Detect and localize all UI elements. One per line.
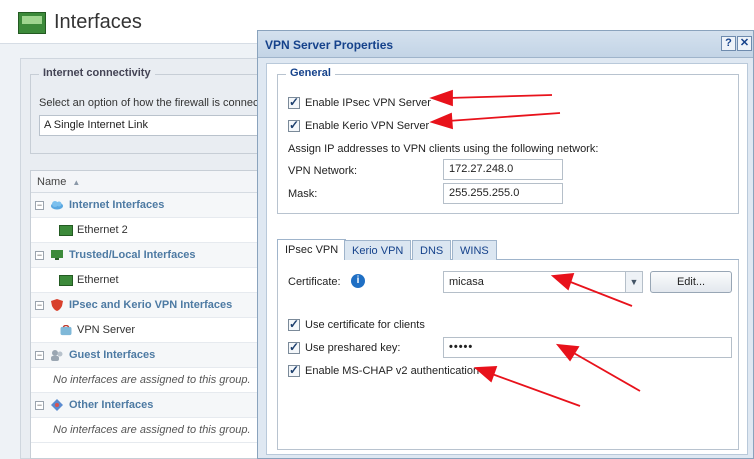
connectivity-select[interactable]: A Single Internet Link	[39, 115, 269, 136]
collapse-icon[interactable]: −	[35, 401, 44, 410]
group-label: Trusted/Local Interfaces	[69, 249, 196, 261]
certificate-label: Certificate:	[288, 276, 341, 288]
enable-kerio-checkbox[interactable]: Enable Kerio VPN Server	[288, 118, 430, 132]
network-card-icon	[59, 225, 73, 236]
checkbox-box[interactable]	[288, 95, 300, 109]
interface-row-vpn-server[interactable]: VPN Server	[31, 318, 269, 343]
collapse-icon[interactable]: −	[35, 251, 44, 260]
guest-users-icon	[51, 350, 63, 361]
sort-asc-icon: ▲	[72, 178, 81, 187]
internet-connectivity-fieldset: Internet connectivity Select an option o…	[30, 67, 270, 154]
group-label: IPsec and Kerio VPN Interfaces	[69, 299, 233, 311]
empty-message: No interfaces are assigned to this group…	[53, 424, 251, 436]
other-interfaces-icon	[51, 399, 63, 411]
close-button[interactable]: ✕	[737, 36, 752, 51]
group-row-internet[interactable]: − Internet Interfaces	[31, 193, 269, 218]
connectivity-description: Select an option of how the firewall is …	[39, 97, 262, 109]
tab-dns[interactable]: DNS	[412, 240, 452, 260]
group-row-guest[interactable]: − Guest Interfaces	[31, 343, 269, 368]
interface-row-ethernet-2[interactable]: Ethernet 2	[31, 218, 269, 243]
checkbox-label: Use preshared key:	[305, 342, 401, 354]
group-row-trusted[interactable]: − Trusted/Local Interfaces	[31, 243, 269, 268]
certificate-select[interactable]: micasa ▼	[443, 271, 643, 293]
certificate-value: micasa	[449, 276, 484, 288]
assign-description: Assign IP addresses to VPN clients using…	[288, 143, 599, 155]
vpn-server-icon	[60, 325, 72, 336]
column-name-label: Name	[37, 176, 67, 188]
network-card-icon	[59, 275, 73, 286]
vpn-network-label: VPN Network:	[288, 165, 358, 177]
group-row-vpn[interactable]: − IPsec and Kerio VPN Interfaces	[31, 293, 269, 318]
grid-column-header[interactable]: Name ▲	[31, 171, 269, 193]
cloud-icon	[51, 201, 63, 210]
interfaces-grid: Name ▲ − Internet Interfaces Ethernet 2 …	[30, 170, 270, 459]
use-cert-checkbox[interactable]: Use certificate for clients	[288, 317, 425, 331]
checkbox-label: Enable IPsec VPN Server	[305, 97, 431, 109]
collapse-icon[interactable]: −	[35, 351, 44, 360]
edit-certificate-button[interactable]: Edit...	[650, 271, 732, 293]
tab-kerio-vpn[interactable]: Kerio VPN	[344, 240, 412, 260]
vpn-network-field[interactable]: 172.27.248.0	[443, 159, 563, 180]
empty-message: No interfaces are assigned to this group…	[53, 374, 251, 386]
mask-field[interactable]: 255.255.255.0	[443, 183, 563, 204]
dialog-body: General Enable IPsec VPN Server Enable K…	[266, 63, 748, 455]
enable-ipsec-checkbox[interactable]: Enable IPsec VPN Server	[288, 95, 431, 109]
checkbox-label: Enable Kerio VPN Server	[305, 120, 430, 132]
tab-ipsec-vpn[interactable]: IPsec VPN	[277, 239, 347, 260]
checkbox-box[interactable]	[288, 363, 300, 377]
checkbox-label: Use certificate for clients	[305, 319, 425, 331]
page-title: Interfaces	[54, 11, 142, 33]
interface-row-ethernet[interactable]: Ethernet	[31, 268, 269, 293]
general-legend: General	[286, 67, 335, 79]
mask-label: Mask:	[288, 188, 318, 200]
group-label: Guest Interfaces	[69, 349, 156, 361]
empty-group-row: No interfaces are assigned to this group…	[31, 368, 269, 393]
interface-label: Ethernet	[77, 274, 119, 286]
checkbox-box[interactable]	[288, 340, 300, 354]
tab-strip: IPsec VPN Kerio VPN DNS WINS	[277, 238, 739, 260]
use-psk-checkbox[interactable]: Use preshared key:	[288, 340, 401, 354]
fieldset-legend: Internet connectivity	[39, 67, 155, 79]
group-label: Other Interfaces	[69, 399, 154, 411]
preshared-key-field[interactable]: •••••	[443, 337, 732, 358]
dialog-title-bar[interactable]: VPN Server Properties ? ✕	[258, 31, 753, 58]
ipsec-tab-panel: Certificate: i micasa ▼ Edit... Use cert…	[277, 260, 739, 450]
group-row-other[interactable]: − Other Interfaces	[31, 393, 269, 418]
help-button[interactable]: ?	[721, 36, 736, 51]
vpn-server-properties-dialog: VPN Server Properties ? ✕ General Enable…	[257, 30, 754, 459]
group-label: Internet Interfaces	[69, 199, 165, 211]
info-icon[interactable]: i	[351, 274, 365, 288]
mschap-checkbox[interactable]: Enable MS-CHAP v2 authentication	[288, 363, 480, 377]
checkbox-label: Enable MS-CHAP v2 authentication	[305, 365, 480, 377]
shield-icon	[51, 299, 63, 311]
computer-icon	[51, 250, 63, 260]
collapse-icon[interactable]: −	[35, 201, 44, 210]
interface-label: VPN Server	[77, 324, 136, 336]
tab-wins[interactable]: WINS	[452, 240, 497, 260]
empty-group-row: No interfaces are assigned to this group…	[31, 418, 269, 443]
dialog-title: VPN Server Properties	[265, 38, 394, 52]
checkbox-box[interactable]	[288, 317, 300, 331]
network-card-icon	[18, 12, 46, 34]
interface-label: Ethernet 2	[77, 224, 128, 236]
general-fieldset: General Enable IPsec VPN Server Enable K…	[277, 67, 739, 214]
checkbox-box[interactable]	[288, 118, 300, 132]
collapse-icon[interactable]: −	[35, 301, 44, 310]
chevron-down-icon[interactable]: ▼	[625, 272, 642, 292]
